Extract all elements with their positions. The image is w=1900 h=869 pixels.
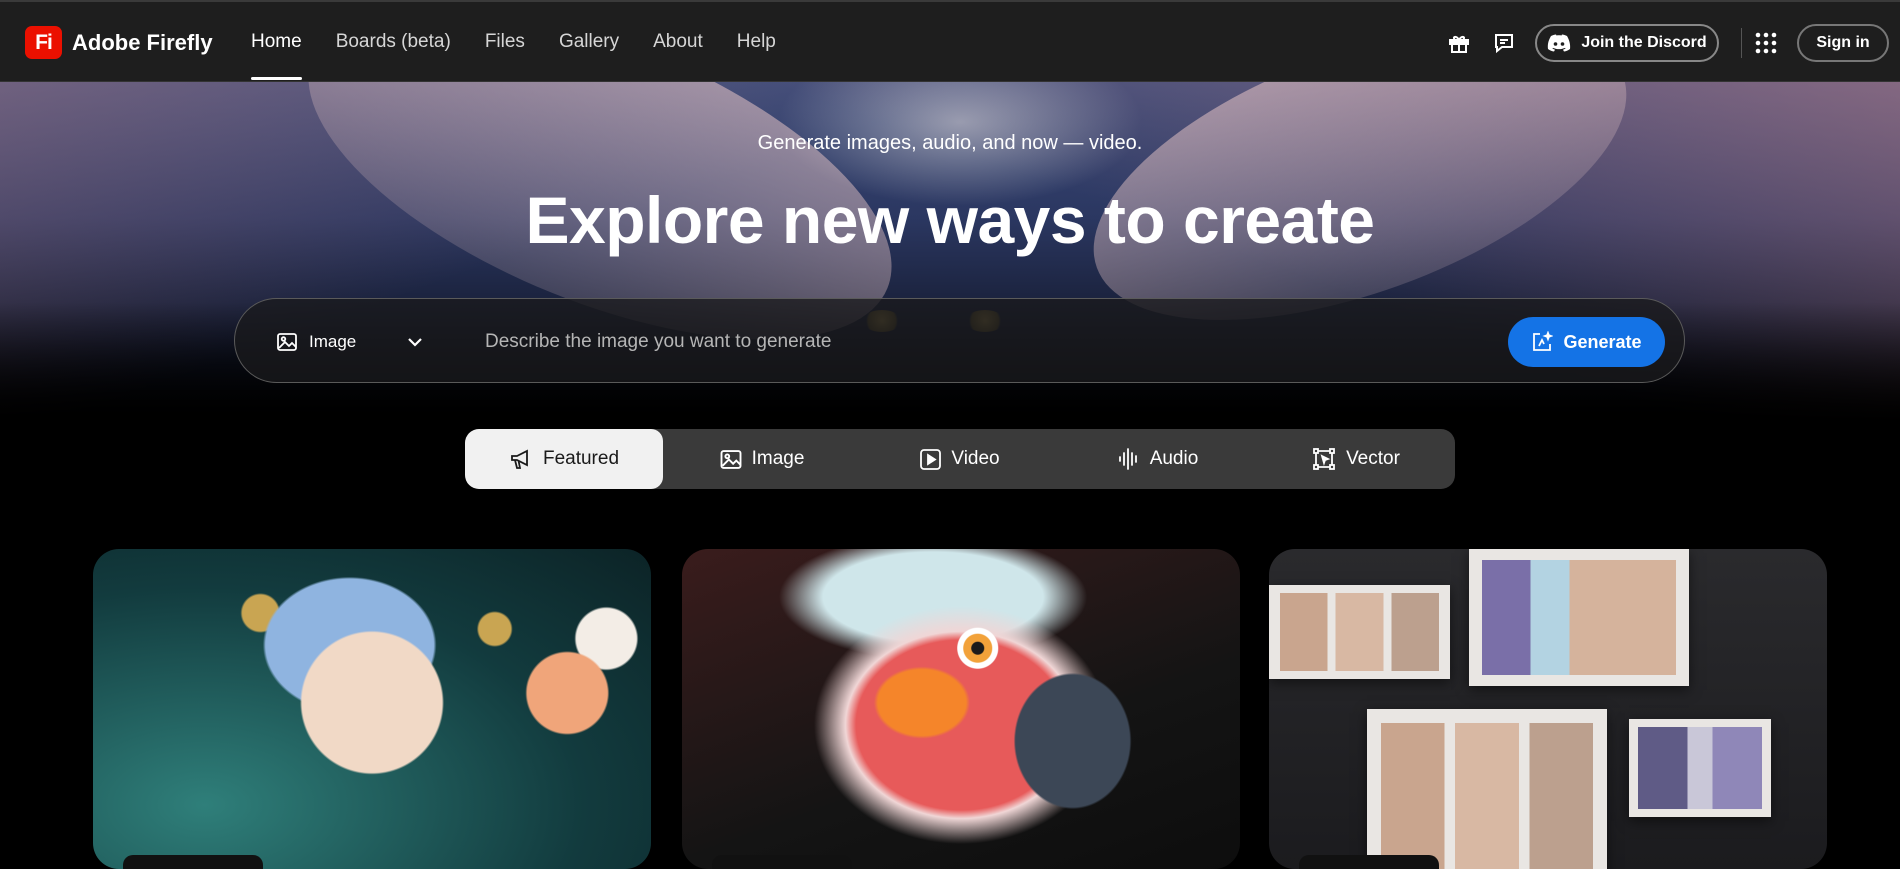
card-tag [1299, 855, 1439, 869]
featured-card-anime-portrait[interactable] [93, 549, 651, 869]
tab-vector-label: Vector [1346, 448, 1400, 469]
tab-video[interactable]: Video [861, 429, 1059, 489]
tab-image[interactable]: Image [663, 429, 861, 489]
chevron-down-icon [408, 337, 422, 347]
video-icon [920, 448, 942, 470]
featured-card-parrot[interactable] [682, 549, 1240, 869]
tab-featured[interactable]: Featured [465, 429, 663, 489]
hero-subtitle: Generate images, audio, and now — video. [757, 132, 1143, 154]
header-divider [1741, 28, 1742, 58]
card-tag [123, 855, 263, 869]
tab-image-label: Image [751, 448, 805, 469]
tab-video-label: Video [951, 448, 1000, 469]
generate-button[interactable]: Generate [1508, 317, 1665, 367]
nav-help[interactable]: Help [737, 2, 776, 82]
prompt-bar: Image Generate [234, 298, 1685, 383]
card-tag [712, 855, 852, 869]
content-type-dropdown[interactable]: Image [277, 299, 423, 384]
image-icon [277, 332, 297, 351]
content-type-label: Image [309, 331, 357, 351]
moodboard-thumbnail [1367, 709, 1607, 869]
nav-gallery[interactable]: Gallery [559, 2, 619, 82]
vector-icon [1313, 448, 1335, 470]
moodboard-thumbnail [1629, 719, 1771, 817]
nav-home[interactable]: Home [251, 2, 302, 82]
app-grid-icon[interactable] [1753, 30, 1779, 56]
nav-boards[interactable]: Boards (beta) [336, 2, 451, 82]
moodboard-thumbnail [1469, 549, 1689, 686]
sign-in-button[interactable]: Sign in [1797, 24, 1889, 62]
adobe-firefly-logo[interactable]: Fi Adobe Firefly [25, 26, 213, 59]
moodboard-thumbnail [1269, 585, 1450, 679]
discord-icon [1548, 34, 1571, 52]
tab-vector[interactable]: Vector [1257, 429, 1455, 489]
gift-icon[interactable] [1446, 30, 1472, 56]
join-discord-button[interactable]: Join the Discord [1535, 24, 1719, 62]
category-tabs: Featured Image Video Audio Vector [465, 429, 1455, 489]
audio-wave-icon [1118, 448, 1137, 470]
prompt-input[interactable] [483, 321, 1507, 363]
tab-featured-label: Featured [542, 448, 620, 469]
nav-files[interactable]: Files [485, 2, 525, 82]
firefly-logo-mark: Fi [25, 26, 62, 59]
top-navigation-bar: Fi Adobe Firefly Home Boards (beta) File… [0, 0, 1900, 82]
image-icon [720, 449, 742, 469]
generate-label: Generate [1563, 331, 1642, 352]
tab-audio-label: Audio [1149, 448, 1199, 469]
main-nav: Home Boards (beta) Files Gallery About H… [251, 2, 810, 82]
feedback-icon[interactable] [1491, 30, 1517, 56]
hero-title: Explore new ways to create [525, 183, 1375, 257]
megaphone-icon [511, 449, 528, 469]
join-discord-label: Join the Discord [1581, 34, 1707, 51]
nav-about[interactable]: About [653, 2, 703, 82]
featured-card-moodboards[interactable] [1269, 549, 1827, 869]
generate-sparkle-icon [1533, 331, 1554, 351]
tab-audio[interactable]: Audio [1059, 429, 1257, 489]
app-name: Adobe Firefly [72, 29, 213, 55]
